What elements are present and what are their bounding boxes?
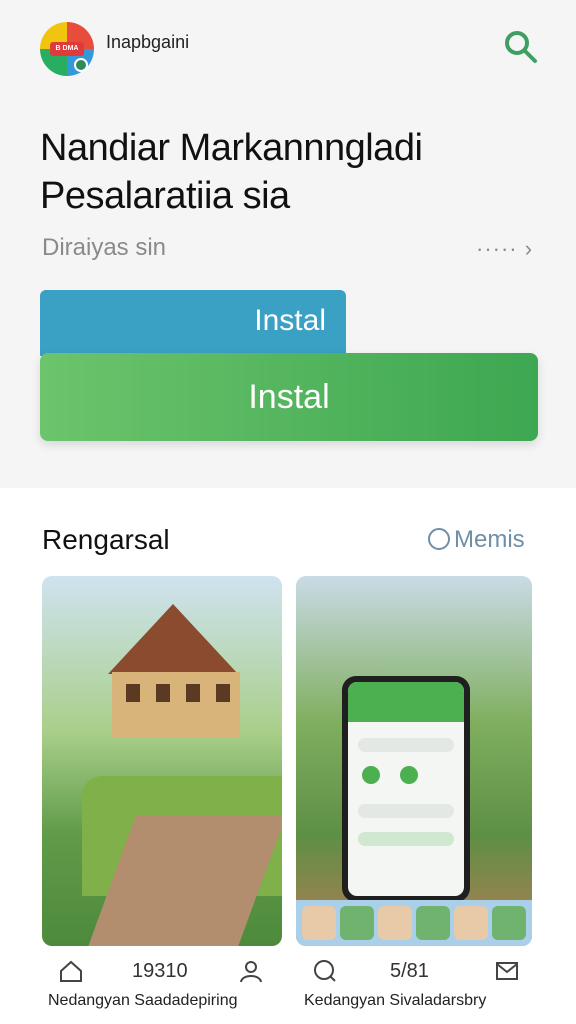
- mail-icon[interactable]: [494, 958, 520, 984]
- logo-dot: [74, 58, 88, 72]
- title-line-2: Pesalaratiia sia: [40, 175, 290, 217]
- card-1-meta: 19310: [42, 958, 292, 988]
- search-icon[interactable]: [502, 28, 538, 64]
- thumbnail: [492, 906, 526, 940]
- install-button-secondary[interactable]: Instal: [40, 290, 346, 356]
- home-icon[interactable]: [58, 958, 84, 984]
- card-1-caption: Nedangyan Saadadepiring: [48, 992, 238, 1009]
- card-1-stat: 19310: [132, 960, 188, 982]
- phone-dot: [400, 766, 418, 784]
- user-icon[interactable]: [238, 958, 264, 984]
- section-link[interactable]: Memis: [428, 526, 525, 554]
- phone-app-bar: [348, 682, 464, 722]
- house-window: [216, 684, 230, 702]
- house-window: [156, 684, 170, 702]
- brand-name: Inapbgaini: [106, 32, 190, 52]
- chat-icon[interactable]: [312, 958, 338, 984]
- top-panel: B DMA Inapbgaini Nandiar Markannngladi P…: [0, 0, 576, 488]
- thumbnail: [302, 906, 336, 940]
- chevron-right-icon: ›: [524, 236, 534, 261]
- card-2-meta: 5/81: [300, 958, 550, 988]
- phone-row: [358, 804, 454, 818]
- phone-mockup: [342, 676, 470, 902]
- section-title: Rengarsal: [42, 524, 170, 555]
- section-link-label: Memis: [454, 526, 525, 553]
- thumbnail: [454, 906, 488, 940]
- chat-bubble-icon: [428, 528, 450, 550]
- app-logo: B DMA: [40, 22, 94, 76]
- house-roof: [108, 604, 238, 674]
- house-window: [186, 684, 200, 702]
- card-2-stat: 5/81: [390, 960, 429, 982]
- thumbnail: [340, 906, 374, 940]
- screenshot-card-1[interactable]: [42, 576, 282, 946]
- phone-screen: [348, 682, 464, 896]
- title-line-1: Nandiar Markannngladi: [40, 127, 423, 169]
- phone-row: [358, 832, 454, 846]
- page-title: Nandiar Markannngladi Pesalaratiia sia: [40, 124, 540, 220]
- app-header: B DMA Inapbgaini: [0, 0, 576, 100]
- install-button[interactable]: Instal: [40, 353, 538, 441]
- card-2-caption: Kedangyan Sivaladarsbry: [304, 992, 487, 1009]
- house-body: [112, 672, 240, 738]
- more-link[interactable]: ····· ›: [476, 236, 533, 262]
- logo-badge: B DMA: [50, 42, 84, 56]
- thumbnail: [378, 906, 412, 940]
- phone-row: [358, 738, 454, 752]
- phone-dot: [362, 766, 380, 784]
- screenshot-card-2[interactable]: [296, 576, 532, 946]
- subtitle: Diraiyas sin: [42, 234, 167, 261]
- thumbnail-strip: [296, 900, 532, 946]
- more-dots: ·····: [476, 236, 518, 261]
- house-window: [126, 684, 140, 702]
- thumbnail: [416, 906, 450, 940]
